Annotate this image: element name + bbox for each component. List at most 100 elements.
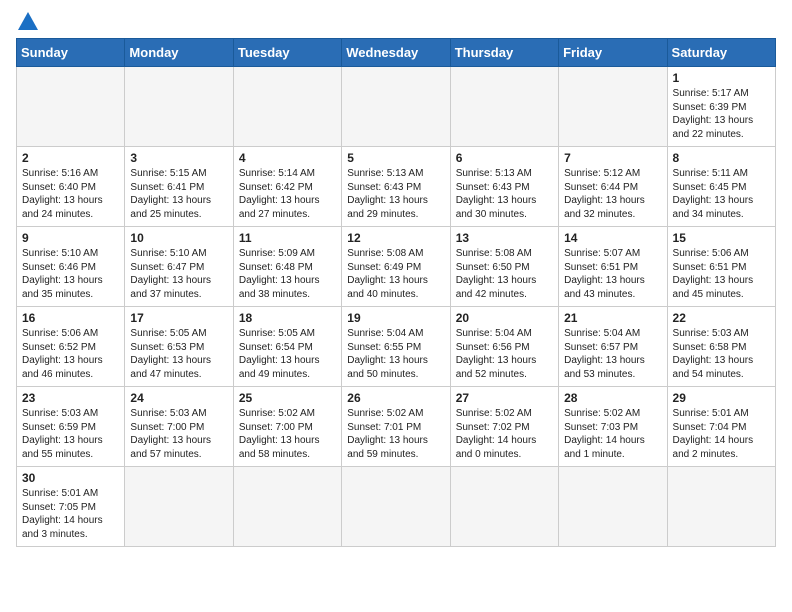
cell-sun-info: Sunrise: 5:10 AMSunset: 6:47 PMDaylight:… <box>130 247 227 301</box>
calendar-week-row: 9 Sunrise: 5:10 AMSunset: 6:46 PMDaylight… <box>17 227 776 307</box>
cell-sun-info: Sunrise: 5:03 AMSunset: 7:00 PMDaylight:… <box>130 407 227 461</box>
cell-sun-info: Sunrise: 5:01 AMSunset: 7:05 PMDaylight:… <box>22 487 119 541</box>
cell-sun-info: Sunrise: 5:01 AMSunset: 7:04 PMDaylight:… <box>673 407 770 461</box>
logo-triangle-icon <box>18 12 38 30</box>
day-number: 28 <box>564 391 661 405</box>
logo <box>16 16 38 30</box>
cell-sun-info: Sunrise: 5:10 AMSunset: 6:46 PMDaylight:… <box>22 247 119 301</box>
cell-sun-info: Sunrise: 5:13 AMSunset: 6:43 PMDaylight:… <box>456 167 553 221</box>
cell-sun-info: Sunrise: 5:06 AMSunset: 6:52 PMDaylight:… <box>22 327 119 381</box>
calendar-cell <box>342 67 450 147</box>
calendar-cell <box>450 67 558 147</box>
day-number: 15 <box>673 231 770 245</box>
calendar-cell: 21 Sunrise: 5:04 AMSunset: 6:57 PMDayligh… <box>559 307 667 387</box>
calendar-cell: 27 Sunrise: 5:02 AMSunset: 7:02 PMDayligh… <box>450 387 558 467</box>
calendar-body: 1 Sunrise: 5:17 AMSunset: 6:39 PMDaylight… <box>17 67 776 547</box>
calendar-cell: 9 Sunrise: 5:10 AMSunset: 6:46 PMDaylight… <box>17 227 125 307</box>
day-number: 6 <box>456 151 553 165</box>
calendar-cell: 18Sunrise: 5:05 AMSunset: 6:54 PMDayligh… <box>233 307 341 387</box>
calendar-cell: 1 Sunrise: 5:17 AMSunset: 6:39 PMDaylight… <box>667 67 775 147</box>
calendar-cell: 5 Sunrise: 5:13 AMSunset: 6:43 PMDaylight… <box>342 147 450 227</box>
cell-sun-info: Sunrise: 5:14 AMSunset: 6:42 PMDaylight:… <box>239 167 336 221</box>
calendar-cell: 3 Sunrise: 5:15 AMSunset: 6:41 PMDaylight… <box>125 147 233 227</box>
calendar-cell: 23Sunrise: 5:03 AMSunset: 6:59 PMDayligh… <box>17 387 125 467</box>
weekday-header-friday: Friday <box>559 39 667 67</box>
day-number: 5 <box>347 151 444 165</box>
day-number: 1 <box>673 71 770 85</box>
calendar-cell: 20Sunrise: 5:04 AMSunset: 6:56 PMDayligh… <box>450 307 558 387</box>
day-number: 25 <box>239 391 336 405</box>
day-number: 17 <box>130 311 227 325</box>
calendar-cell: 4Sunrise: 5:14 AMSunset: 6:42 PMDaylight… <box>233 147 341 227</box>
day-number: 16 <box>22 311 119 325</box>
day-number: 14 <box>564 231 661 245</box>
calendar-cell <box>450 467 558 547</box>
calendar-cell: 16 Sunrise: 5:06 AMSunset: 6:52 PMDayligh… <box>17 307 125 387</box>
calendar-week-row: 30Sunrise: 5:01 AMSunset: 7:05 PMDayligh… <box>17 467 776 547</box>
calendar-cell: 22 Sunrise: 5:03 AMSunset: 6:58 PMDayligh… <box>667 307 775 387</box>
calendar-cell: 19 Sunrise: 5:04 AMSunset: 6:55 PMDayligh… <box>342 307 450 387</box>
day-number: 11 <box>239 231 336 245</box>
calendar-cell <box>125 467 233 547</box>
day-number: 9 <box>22 231 119 245</box>
calendar-cell <box>17 67 125 147</box>
day-number: 3 <box>130 151 227 165</box>
day-number: 21 <box>564 311 661 325</box>
day-number: 19 <box>347 311 444 325</box>
calendar-cell: 6 Sunrise: 5:13 AMSunset: 6:43 PMDaylight… <box>450 147 558 227</box>
calendar-cell: 24Sunrise: 5:03 AMSunset: 7:00 PMDayligh… <box>125 387 233 467</box>
calendar-cell: 17Sunrise: 5:05 AMSunset: 6:53 PMDayligh… <box>125 307 233 387</box>
cell-sun-info: Sunrise: 5:06 AMSunset: 6:51 PMDaylight:… <box>673 247 770 301</box>
weekday-header-saturday: Saturday <box>667 39 775 67</box>
calendar-cell <box>559 67 667 147</box>
cell-sun-info: Sunrise: 5:08 AMSunset: 6:50 PMDaylight:… <box>456 247 553 301</box>
cell-sun-info: Sunrise: 5:13 AMSunset: 6:43 PMDaylight:… <box>347 167 444 221</box>
calendar-cell: 26 Sunrise: 5:02 AMSunset: 7:01 PMDayligh… <box>342 387 450 467</box>
calendar-cell: 2Sunrise: 5:16 AMSunset: 6:40 PMDaylight… <box>17 147 125 227</box>
page-header <box>16 16 776 30</box>
calendar-week-row: 2Sunrise: 5:16 AMSunset: 6:40 PMDaylight… <box>17 147 776 227</box>
cell-sun-info: Sunrise: 5:09 AMSunset: 6:48 PMDaylight:… <box>239 247 336 301</box>
calendar-cell <box>342 467 450 547</box>
cell-sun-info: Sunrise: 5:02 AMSunset: 7:01 PMDaylight:… <box>347 407 444 461</box>
day-number: 22 <box>673 311 770 325</box>
calendar-cell: 14 Sunrise: 5:07 AMSunset: 6:51 PMDayligh… <box>559 227 667 307</box>
calendar-cell <box>233 67 341 147</box>
calendar-cell <box>667 467 775 547</box>
calendar-cell: 13 Sunrise: 5:08 AMSunset: 6:50 PMDayligh… <box>450 227 558 307</box>
calendar-table: SundayMondayTuesdayWednesdayThursdayFrid… <box>16 38 776 547</box>
cell-sun-info: Sunrise: 5:03 AMSunset: 6:59 PMDaylight:… <box>22 407 119 461</box>
calendar-cell <box>559 467 667 547</box>
day-number: 26 <box>347 391 444 405</box>
day-number: 12 <box>347 231 444 245</box>
cell-sun-info: Sunrise: 5:03 AMSunset: 6:58 PMDaylight:… <box>673 327 770 381</box>
cell-sun-info: Sunrise: 5:15 AMSunset: 6:41 PMDaylight:… <box>130 167 227 221</box>
calendar-cell: 10Sunrise: 5:10 AMSunset: 6:47 PMDayligh… <box>125 227 233 307</box>
cell-sun-info: Sunrise: 5:02 AMSunset: 7:02 PMDaylight:… <box>456 407 553 461</box>
cell-sun-info: Sunrise: 5:02 AMSunset: 7:03 PMDaylight:… <box>564 407 661 461</box>
calendar-header-row: SundayMondayTuesdayWednesdayThursdayFrid… <box>17 39 776 67</box>
weekday-header-wednesday: Wednesday <box>342 39 450 67</box>
cell-sun-info: Sunrise: 5:02 AMSunset: 7:00 PMDaylight:… <box>239 407 336 461</box>
day-number: 13 <box>456 231 553 245</box>
day-number: 27 <box>456 391 553 405</box>
day-number: 18 <box>239 311 336 325</box>
calendar-cell <box>125 67 233 147</box>
day-number: 8 <box>673 151 770 165</box>
calendar-cell: 8Sunrise: 5:11 AMSunset: 6:45 PMDaylight… <box>667 147 775 227</box>
calendar-cell: 7Sunrise: 5:12 AMSunset: 6:44 PMDaylight… <box>559 147 667 227</box>
cell-sun-info: Sunrise: 5:07 AMSunset: 6:51 PMDaylight:… <box>564 247 661 301</box>
weekday-header-tuesday: Tuesday <box>233 39 341 67</box>
calendar-cell: 28 Sunrise: 5:02 AMSunset: 7:03 PMDayligh… <box>559 387 667 467</box>
cell-sun-info: Sunrise: 5:04 AMSunset: 6:57 PMDaylight:… <box>564 327 661 381</box>
weekday-header-monday: Monday <box>125 39 233 67</box>
calendar-cell: 15 Sunrise: 5:06 AMSunset: 6:51 PMDayligh… <box>667 227 775 307</box>
cell-sun-info: Sunrise: 5:08 AMSunset: 6:49 PMDaylight:… <box>347 247 444 301</box>
cell-sun-info: Sunrise: 5:17 AMSunset: 6:39 PMDaylight:… <box>673 87 770 141</box>
calendar-cell: 25 Sunrise: 5:02 AMSunset: 7:00 PMDayligh… <box>233 387 341 467</box>
calendar-week-row: 23Sunrise: 5:03 AMSunset: 6:59 PMDayligh… <box>17 387 776 467</box>
cell-sun-info: Sunrise: 5:04 AMSunset: 6:55 PMDaylight:… <box>347 327 444 381</box>
cell-sun-info: Sunrise: 5:04 AMSunset: 6:56 PMDaylight:… <box>456 327 553 381</box>
calendar-week-row: 16 Sunrise: 5:06 AMSunset: 6:52 PMDayligh… <box>17 307 776 387</box>
calendar-cell <box>233 467 341 547</box>
